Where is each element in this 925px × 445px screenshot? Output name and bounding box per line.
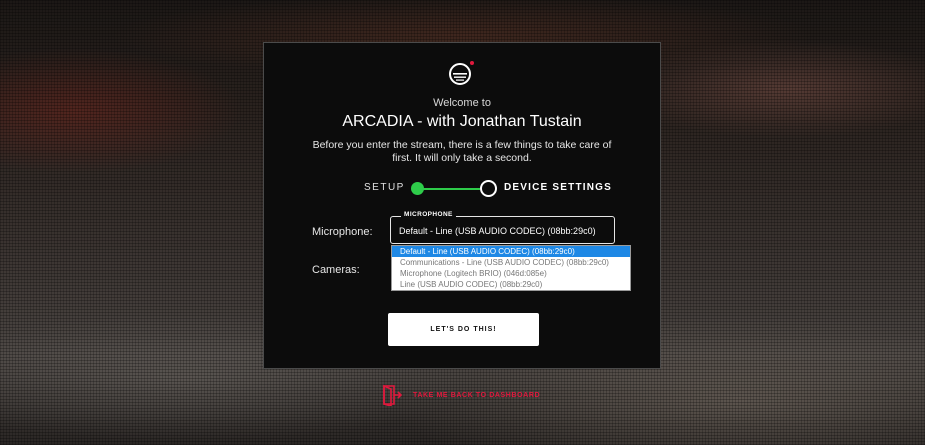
microphone-option[interactable]: Microphone (Logitech BRIO) (046d:085e) <box>392 268 630 279</box>
stepper: SETUP DEVICE SETTINGS <box>264 177 662 199</box>
microphone-option[interactable]: Line (USB AUDIO CODEC) (08bb:29c0) <box>392 279 630 290</box>
step-device-dot <box>480 180 497 197</box>
microphone-select-value: Default - Line (USB AUDIO CODEC) (08bb:2… <box>399 226 596 236</box>
microphone-select[interactable]: MICROPHONE Default - Line (USB AUDIO COD… <box>390 211 615 244</box>
setup-card: Welcome to ARCADIA - with Jonathan Tusta… <box>263 42 661 369</box>
microphone-dropdown-list: Default - Line (USB AUDIO CODEC) (08bb:2… <box>391 245 631 291</box>
page-title: ARCADIA - with Jonathan Tustain <box>342 113 582 130</box>
step-setup-label: SETUP <box>364 182 405 193</box>
welcome-text: Welcome to <box>433 97 491 109</box>
microphone-select-legend: MICROPHONE <box>401 211 456 218</box>
cameras-label: Cameras: <box>312 264 360 276</box>
back-to-dashboard-link[interactable]: TAKE ME BACK TO DASHBOARD <box>382 384 540 406</box>
sunset-logo-icon <box>449 61 474 85</box>
back-to-dashboard-label: TAKE ME BACK TO DASHBOARD <box>413 391 541 399</box>
microphone-option[interactable]: Communications - Line (USB AUDIO CODEC) … <box>392 257 630 268</box>
exit-door-icon <box>383 384 402 406</box>
step-device-settings-label: DEVICE SETTINGS <box>504 182 613 193</box>
microphone-label: Microphone: <box>312 226 373 238</box>
setup-description: Before you enter the stream, there is a … <box>312 139 612 164</box>
lets-do-this-button[interactable]: LET'S DO THIS! <box>388 313 539 346</box>
microphone-option[interactable]: Default - Line (USB AUDIO CODEC) (08bb:2… <box>392 246 630 257</box>
step-connector <box>423 188 480 190</box>
